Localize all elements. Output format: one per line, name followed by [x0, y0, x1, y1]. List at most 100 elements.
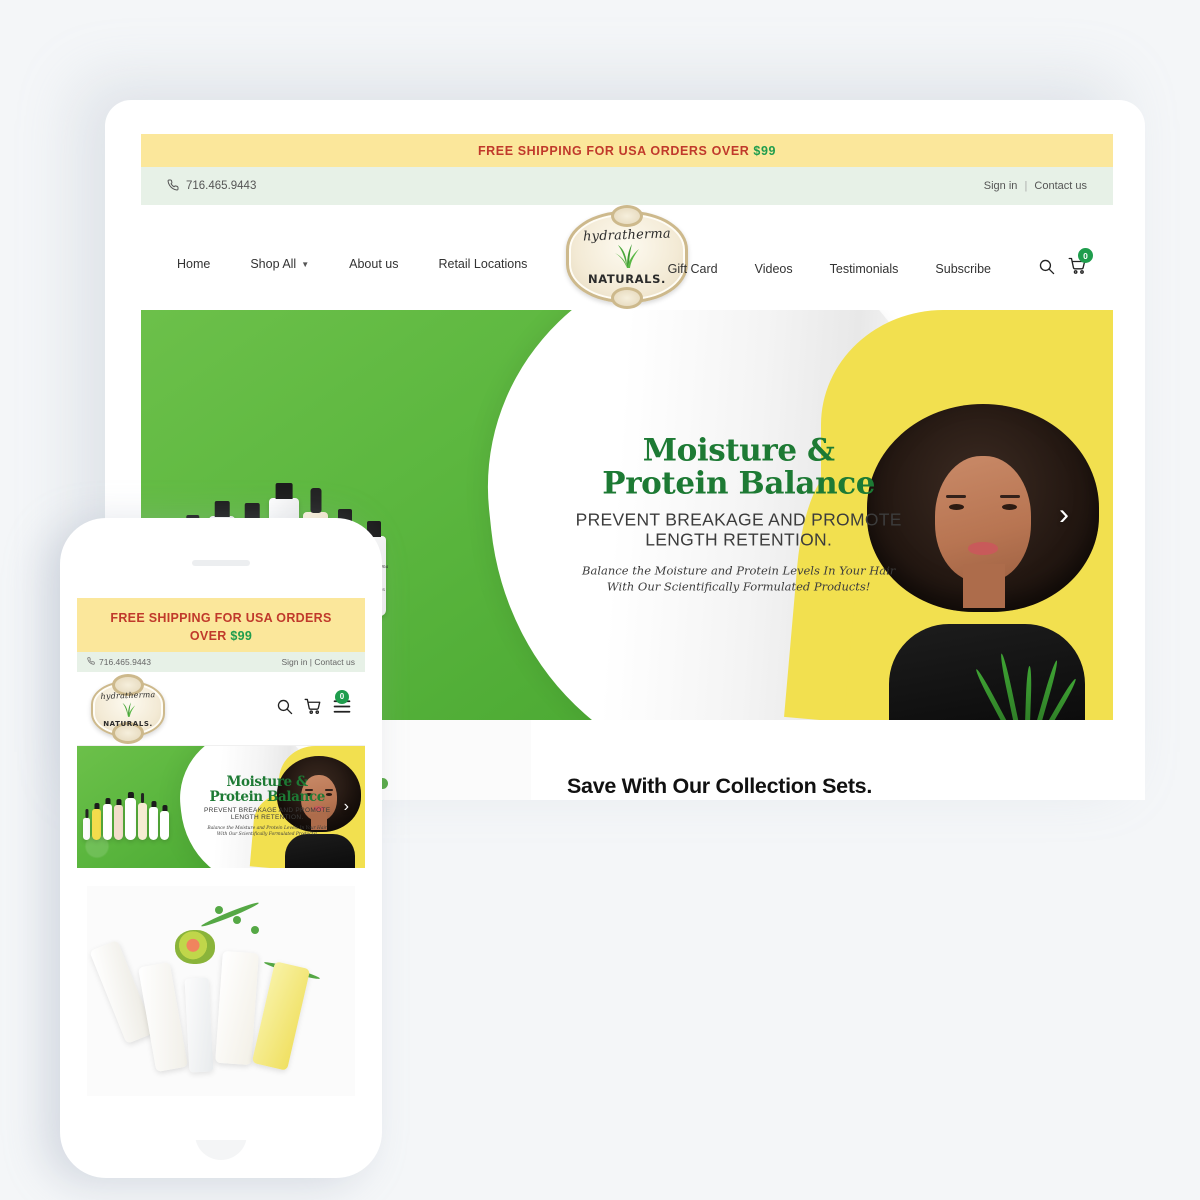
mobile-brand-logo[interactable]: hydratherma NATURALS. — [91, 680, 165, 737]
nav-label: Shop All — [250, 257, 297, 271]
mobile-announcement-line2: OVER — [189, 629, 227, 644]
chevron-right-icon[interactable]: › — [344, 799, 349, 815]
mobile-cart-button[interactable]: 0 — [304, 689, 349, 720]
product-bottle — [125, 792, 136, 841]
mobile-navigation: hydratherma NATURALS. 0 — [77, 672, 365, 747]
model-neck — [963, 564, 1005, 608]
hero-heading-line1: Moisture & — [226, 774, 309, 791]
top-contact-bar: 716.465.9443 Sign in | Contact us — [141, 167, 1113, 205]
grass-leaves-icon — [91, 701, 165, 722]
chevron-right-icon[interactable]: › — [1059, 500, 1069, 530]
mobile-viewport: FREE SHIPPING FOR USA ORDERS OVER $99 71… — [77, 598, 365, 1140]
bottle-cap — [275, 483, 293, 499]
nav-label: Gift Card — [667, 261, 718, 276]
mobile-announcement-amount: $99 — [230, 629, 253, 644]
sign-in-link[interactable]: Sign in — [984, 180, 1018, 192]
nav-item-retail-locations[interactable]: Retail Locations — [438, 257, 527, 271]
chevron-down-icon: ▼ — [301, 259, 310, 269]
nav-label: Subscribe — [935, 261, 991, 276]
phone-link[interactable]: 716.465.9443 — [167, 178, 257, 194]
nav-right-group: Gift Card Videos Testimonials Subscribe — [668, 248, 1093, 280]
mobile-hero-product-lineup — [83, 792, 169, 841]
announcement-text: FREE SHIPPING FOR USA ORDERS OVER — [477, 143, 750, 158]
product-bottle — [138, 793, 147, 841]
mobile-cart-count-badge: 0 — [335, 689, 349, 704]
product-bottle — [92, 803, 101, 841]
nav-item-subscribe[interactable]: Subscribe — [935, 262, 991, 276]
mobile-account-links[interactable]: Sign in | Contact us — [281, 657, 355, 667]
product-bottle — [149, 801, 158, 841]
nav-label: Testimonials — [829, 261, 899, 276]
link-separator: | — [1024, 180, 1028, 192]
nav-item-gift-card[interactable]: Gift Card — [668, 262, 718, 276]
phone-number: 716.465.9443 — [186, 180, 257, 192]
announcement-bar: FREE SHIPPING FOR USA ORDERS OVER $99 — [141, 134, 1113, 167]
hero-copy-block: Moisture & Protein Balance PREVENT BREAK… — [569, 432, 909, 596]
product-bottle — [160, 805, 169, 841]
nav-item-about-us[interactable]: About us — [349, 257, 398, 271]
shopping-cart-icon — [304, 698, 321, 714]
product-bottle-follicle-mist — [215, 951, 259, 1066]
nav-item-home[interactable]: Home — [177, 257, 210, 271]
collection-heading: Save With Our Collection Sets. — [567, 774, 873, 798]
mobile-icon-group: 0 — [276, 689, 351, 720]
hero-subheading-line1: PREVENT BREAKAGE AND PROMOTE — [575, 509, 902, 530]
bottle-cap — [244, 503, 260, 519]
nav-label: Home — [177, 257, 211, 271]
nav-label: Retail Locations — [438, 257, 528, 271]
account-links: Sign in | Contact us — [984, 180, 1087, 192]
hero-subheading-line2: LENGTH RETENTION. — [230, 814, 304, 822]
nav-label: Videos — [754, 261, 793, 276]
nav-left-group: Home Shop All ▼ About us Retail Location… — [177, 257, 527, 271]
hero-subheading: PREVENT BREAKAGE AND PROMOTE LENGTH RETE… — [192, 807, 342, 822]
mobile-phone-link[interactable]: 716.465.9443 — [87, 657, 151, 667]
collection-text-block: Save With Our Collection Sets. Take the … — [531, 720, 1113, 800]
announcement-amount: $99 — [753, 143, 777, 158]
nav-item-videos[interactable]: Videos — [755, 262, 793, 276]
mobile-hero-copy-block: Moisture & Protein Balance PREVENT BREAK… — [192, 775, 342, 839]
mobile-phone-number: 716.465.9443 — [99, 657, 151, 668]
hero-tagline-line1: Balance the Moisture and Protein Levels … — [582, 563, 896, 578]
phone-speaker-grille — [192, 560, 250, 566]
cart-button[interactable]: 0 — [1068, 248, 1093, 280]
contact-us-link[interactable]: Contact us — [1034, 180, 1087, 192]
model-top — [285, 834, 355, 869]
main-navigation: Home Shop All ▼ About us Retail Location… — [141, 205, 1113, 310]
product-bottle-spray — [184, 977, 214, 1073]
search-icon[interactable] — [276, 698, 293, 720]
nav-item-testimonials[interactable]: Testimonials — [830, 262, 899, 276]
mobile-announcement-bar: FREE SHIPPING FOR USA ORDERS OVER $99 — [77, 598, 365, 657]
phone-device-frame: FREE SHIPPING FOR USA ORDERS OVER $99 71… — [60, 518, 382, 1178]
mobile-contact-bar: 716.465.9443 Sign in | Contact us — [77, 652, 365, 673]
succulent-flower — [175, 930, 215, 965]
mobile-announcement-line1: FREE SHIPPING FOR USA ORDERS — [110, 611, 332, 625]
product-bottle-hair-growth-oil — [251, 961, 311, 1071]
bottle-cap — [214, 501, 230, 517]
hero-heading-line2: Protein Balance — [602, 465, 876, 502]
hero-heading: Moisture & Protein Balance — [192, 775, 342, 804]
cart-count-badge: 0 — [1078, 248, 1093, 263]
mobile-collection-product-photo — [87, 886, 355, 1097]
hero-subheading-line2: LENGTH RETENTION. — [645, 529, 833, 550]
sprayer-cap — [310, 488, 321, 513]
hero-tagline: Balance the Moisture and Protein Levels … — [569, 562, 909, 595]
hero-subheading: PREVENT BREAKAGE AND PROMOTE LENGTH RETE… — [569, 509, 909, 550]
phone-icon — [87, 657, 95, 667]
model-top — [889, 624, 1085, 720]
hero-tagline-line2: With Our Scientifically Formulated Produ… — [216, 832, 318, 838]
hero-tagline-line2: With Our Scientifically Formulated Produ… — [606, 579, 871, 594]
hero-heading-line2: Protein Balance — [209, 788, 325, 805]
hero-heading-line1: Moisture & — [642, 432, 835, 469]
nav-label: About us — [349, 257, 399, 271]
mobile-hero-slider: Moisture & Protein Balance PREVENT BREAK… — [77, 746, 365, 869]
logo-wordmark-bottom: NATURALS. — [103, 719, 153, 728]
hero-heading: Moisture & Protein Balance — [569, 432, 909, 502]
product-bottle — [114, 799, 123, 841]
phone-icon — [167, 178, 179, 194]
hero-tagline: Balance the Moisture and Protein Levels … — [192, 826, 342, 839]
nav-item-shop-all[interactable]: Shop All ▼ — [250, 257, 309, 271]
hero-subheading-line1: PREVENT BREAKAGE AND PROMOTE — [203, 807, 331, 815]
nav-icon-group: 0 — [1038, 248, 1093, 280]
product-bottle — [103, 798, 112, 841]
search-icon[interactable] — [1038, 258, 1055, 280]
